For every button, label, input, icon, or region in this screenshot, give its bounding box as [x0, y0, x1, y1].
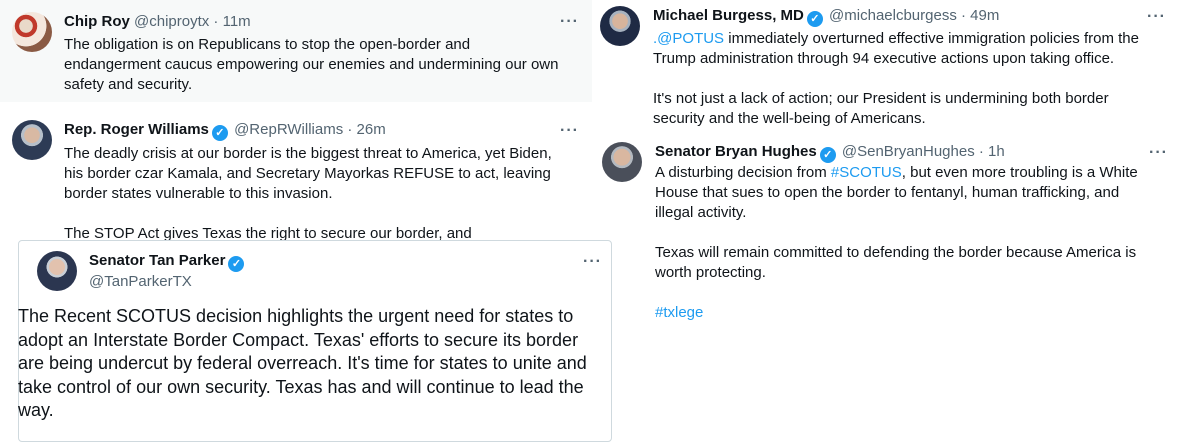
tweet-text-line1: immediately overturned effective immigra…	[724, 30, 1139, 47]
tweet-header: Michael Burgess, MD ✓ @michaelcburgess · …	[653, 6, 999, 27]
more-options-icon[interactable]: ···	[1147, 9, 1166, 25]
author-handle[interactable]: @chiproytx · 11m	[134, 13, 251, 30]
avatar[interactable]	[37, 251, 77, 291]
tweet-text-rest: Trump administration through 94 executiv…	[653, 50, 1115, 127]
author-handle[interactable]: @TanParkerTX	[89, 272, 192, 292]
author-handle[interactable]: @SenBryanHughes · 1h	[842, 143, 1005, 160]
author-name[interactable]: Senator Tan Parker	[89, 252, 225, 269]
quoted-tweet-text: The Recent SCOTUS decision highlights th…	[18, 306, 587, 420]
quoted-tweet-header-name: Senator Tan Parker ✓	[89, 251, 246, 272]
tweet-header: Chip Roy @chiproytx · 11m	[64, 12, 251, 32]
tweet-text: The obligation is on Republicans to stop…	[64, 36, 559, 93]
avatar[interactable]	[12, 120, 52, 160]
tweet-header: Senator Bryan Hughes ✓ @SenBryanHughes · …	[655, 142, 1005, 163]
avatar[interactable]	[602, 142, 642, 182]
tweet-michael-burgess[interactable]: Michael Burgess, MD ✓ @michaelcburgess · …	[592, 0, 1179, 132]
tweet-chip-roy[interactable]: Chip Roy @chiproytx · 11m ··· The obliga…	[0, 0, 592, 102]
author-handle[interactable]: @RepRWilliams · 26m	[234, 121, 386, 138]
tweet-header: Rep. Roger Williams ✓ @RepRWilliams · 26m	[64, 120, 386, 141]
author-name[interactable]: Chip Roy	[64, 13, 130, 30]
author-name[interactable]: Rep. Roger Williams	[64, 121, 209, 138]
verified-badge-icon: ✓	[806, 11, 823, 27]
tweet-roger-williams[interactable]: Rep. Roger Williams ✓ @RepRWilliams · 26m…	[0, 116, 592, 242]
verified-badge-icon: ✓	[228, 256, 245, 272]
more-options-icon[interactable]: ···	[1149, 145, 1168, 161]
verified-badge-icon: ✓	[211, 125, 228, 141]
more-options-icon[interactable]: ···	[560, 123, 579, 139]
tweet-text-rest: House that sues to open the border to fe…	[655, 184, 1137, 281]
tweet-text-prefix: A disturbing decision from	[655, 164, 831, 181]
verified-badge-icon: ✓	[819, 147, 836, 163]
more-options-icon[interactable]: ···	[560, 14, 579, 30]
author-name[interactable]: Michael Burgess, MD	[653, 7, 804, 24]
hashtag-link[interactable]: #txlege	[655, 304, 703, 321]
author-handle[interactable]: @michaelcburgess · 49m	[829, 7, 999, 24]
tweet-text: .@POTUS immediately overturned effective…	[653, 29, 1173, 129]
avatar[interactable]	[12, 12, 52, 52]
hashtag-link[interactable]: #SCOTUS	[831, 164, 902, 181]
mention-link[interactable]: .@POTUS	[653, 30, 724, 47]
tweet-bryan-hughes[interactable]: Senator Bryan Hughes ✓ @SenBryanHughes · …	[592, 132, 1179, 332]
tweet-text-line1: , but even more troubling is a White	[901, 164, 1138, 181]
avatar[interactable]	[600, 6, 640, 46]
tweet-text: The deadly crisis at our border is the b…	[64, 145, 552, 242]
author-name[interactable]: Senator Bryan Hughes	[655, 143, 817, 160]
tweet-text: A disturbing decision from #SCOTUS, but …	[655, 163, 1175, 323]
